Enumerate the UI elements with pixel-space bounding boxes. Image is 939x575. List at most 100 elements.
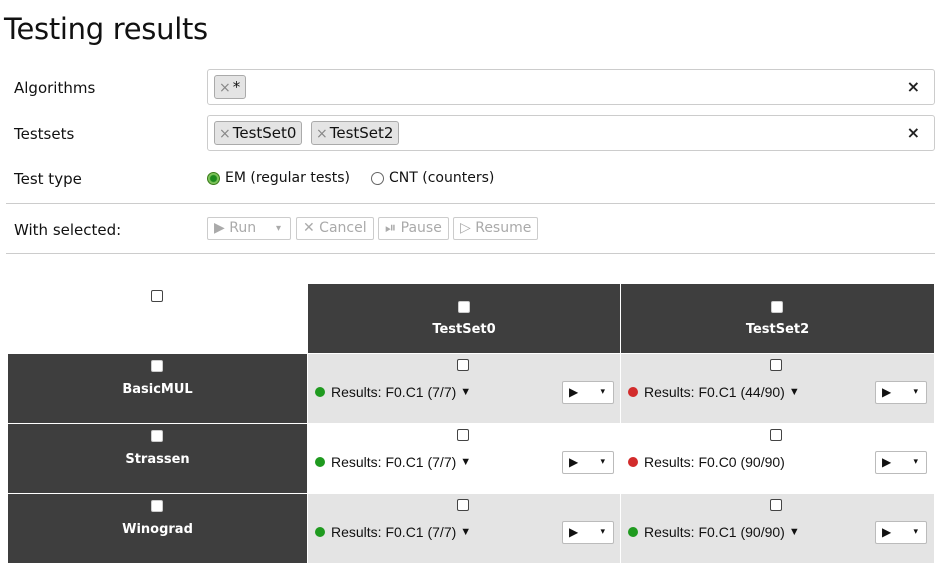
result-link[interactable]: Results: F0.C1 (44/90) ▼ [628, 384, 800, 400]
tag-remove-icon[interactable]: × [219, 126, 231, 142]
result-link[interactable]: Results: F0.C1 (7/7) ▼ [315, 384, 471, 400]
clear-algorithms-icon[interactable]: × [907, 77, 920, 96]
result-cell: Results: F0.C1 (7/7) ▼ ▶ ▾ [307, 493, 621, 564]
radio-cnt-label: CNT (counters) [389, 170, 495, 186]
column-header-testset0: TestSet0 [307, 283, 621, 354]
column-checkbox[interactable] [771, 301, 783, 313]
chevron-down-icon: ▾ [275, 223, 281, 234]
result-link[interactable]: Results: F0.C1 (7/7) ▼ [315, 524, 471, 540]
with-selected-label: With selected: [14, 221, 122, 239]
run-button-label: ▶ Run [214, 220, 257, 236]
chevron-down-icon: ▾ [600, 457, 605, 467]
table-row: BasicMUL Results: F0.C1 (7/7) ▼ ▶ ▾ Resu… [7, 353, 935, 424]
result-link[interactable]: Results: F0.C0 (90/90) [628, 454, 785, 470]
cell-checkbox[interactable] [770, 499, 782, 511]
radio-button-selected[interactable] [207, 171, 220, 185]
play-icon: ▶ [569, 385, 579, 399]
play-icon: ▶ [882, 385, 892, 399]
divider [6, 253, 935, 254]
chevron-down-icon[interactable]: ▼ [460, 456, 471, 468]
play-icon: ▶ [569, 455, 579, 469]
row-checkbox[interactable] [151, 500, 163, 512]
tag-label: TestSet2 [329, 124, 394, 142]
result-cell: Results: F0.C1 (44/90) ▼ ▶ ▾ [620, 353, 935, 424]
column-label: TestSet2 [745, 322, 810, 337]
select-all-cell [7, 283, 308, 354]
result-text: Results: F0.C1 (90/90) [644, 524, 785, 540]
row-checkbox[interactable] [151, 430, 163, 442]
status-green-icon [315, 457, 325, 467]
cell-checkbox[interactable] [457, 429, 469, 441]
divider [6, 203, 935, 204]
result-text: Results: F0.C1 (44/90) [644, 384, 785, 400]
status-green-icon [628, 527, 638, 537]
cell-checkbox[interactable] [770, 429, 782, 441]
radio-button[interactable] [371, 171, 384, 185]
resume-button[interactable]: ▷ Resume [453, 217, 539, 240]
result-text: Results: F0.C1 (7/7) [331, 524, 457, 540]
status-red-icon [628, 457, 638, 467]
cancel-button[interactable]: ✕ Cancel [296, 217, 374, 240]
column-checkbox[interactable] [458, 301, 470, 313]
chevron-down-icon: ▾ [913, 387, 918, 397]
chevron-down-icon: ▾ [600, 527, 605, 537]
tag-remove-icon[interactable]: × [219, 80, 231, 96]
run-dropdown-button[interactable]: ▶ ▾ [875, 521, 927, 544]
algorithm-tag-all[interactable]: × * [214, 75, 247, 99]
result-cell: Results: F0.C0 (90/90) ▶ ▾ [620, 423, 935, 494]
result-text: Results: F0.C1 (7/7) [331, 454, 457, 470]
row-checkbox[interactable] [151, 360, 163, 372]
play-icon: ▶ [569, 525, 579, 539]
result-link[interactable]: Results: F0.C1 (90/90) ▼ [628, 524, 800, 540]
result-link[interactable]: Results: F0.C1 (7/7) ▼ [315, 454, 471, 470]
row-header-strassen: Strassen [7, 423, 308, 494]
run-button[interactable]: ▶ Run ▾ [207, 217, 291, 240]
run-dropdown-button[interactable]: ▶ ▾ [562, 451, 614, 474]
play-icon: ▶ [882, 525, 892, 539]
run-dropdown-button[interactable]: ▶ ▾ [562, 381, 614, 404]
table-row: Winograd Results: F0.C1 (7/7) ▼ ▶ ▾ Resu… [7, 493, 935, 564]
select-all-checkbox[interactable] [151, 290, 163, 302]
play-icon: ▶ [882, 455, 892, 469]
row-label: Strassen [125, 452, 190, 467]
chevron-down-icon: ▾ [913, 527, 918, 537]
run-dropdown-button[interactable]: ▶ ▾ [875, 451, 927, 474]
page-title: Testing results [4, 12, 208, 46]
cell-checkbox[interactable] [770, 359, 782, 371]
clear-testsets-icon[interactable]: × [907, 123, 920, 142]
status-green-icon [315, 527, 325, 537]
chevron-down-icon: ▾ [913, 457, 918, 467]
header-row: TestSet0 TestSet2 [7, 283, 935, 354]
algorithms-select[interactable]: × * × [207, 69, 935, 105]
result-cell: Results: F0.C1 (7/7) ▼ ▶ ▾ [307, 423, 621, 494]
column-header-testset2: TestSet2 [620, 283, 935, 354]
algorithms-label: Algorithms [14, 79, 96, 97]
result-text: Results: F0.C0 (90/90) [644, 454, 785, 470]
chevron-down-icon[interactable]: ▼ [460, 386, 471, 398]
cell-checkbox[interactable] [457, 359, 469, 371]
run-dropdown-button[interactable]: ▶ ▾ [875, 381, 927, 404]
testsets-label: Testsets [14, 125, 75, 143]
status-green-icon [315, 387, 325, 397]
result-text: Results: F0.C1 (7/7) [331, 384, 457, 400]
radio-em[interactable]: EM (regular tests) [207, 170, 350, 186]
testsets-select[interactable]: × TestSet0 × TestSet2 × [207, 115, 935, 151]
testset-tag-testset2[interactable]: × TestSet2 [311, 121, 400, 145]
chevron-down-icon[interactable]: ▼ [789, 386, 800, 398]
radio-em-label: EM (regular tests) [225, 170, 350, 186]
tag-label: * [232, 78, 241, 96]
tag-label: TestSet0 [232, 124, 297, 142]
cell-checkbox[interactable] [457, 499, 469, 511]
chevron-down-icon[interactable]: ▼ [789, 526, 800, 538]
row-header-basicmul: BasicMUL [7, 353, 308, 424]
run-dropdown-button[interactable]: ▶ ▾ [562, 521, 614, 544]
result-cell: Results: F0.C1 (7/7) ▼ ▶ ▾ [307, 353, 621, 424]
chevron-down-icon[interactable]: ▼ [460, 526, 471, 538]
chevron-down-icon: ▾ [600, 387, 605, 397]
tag-remove-icon[interactable]: × [316, 126, 328, 142]
result-cell: Results: F0.C1 (90/90) ▼ ▶ ▾ [620, 493, 935, 564]
testset-tag-testset0[interactable]: × TestSet0 [214, 121, 303, 145]
radio-cnt[interactable]: CNT (counters) [371, 170, 494, 186]
status-red-icon [628, 387, 638, 397]
pause-button[interactable]: ⏯ Pause [378, 217, 449, 240]
